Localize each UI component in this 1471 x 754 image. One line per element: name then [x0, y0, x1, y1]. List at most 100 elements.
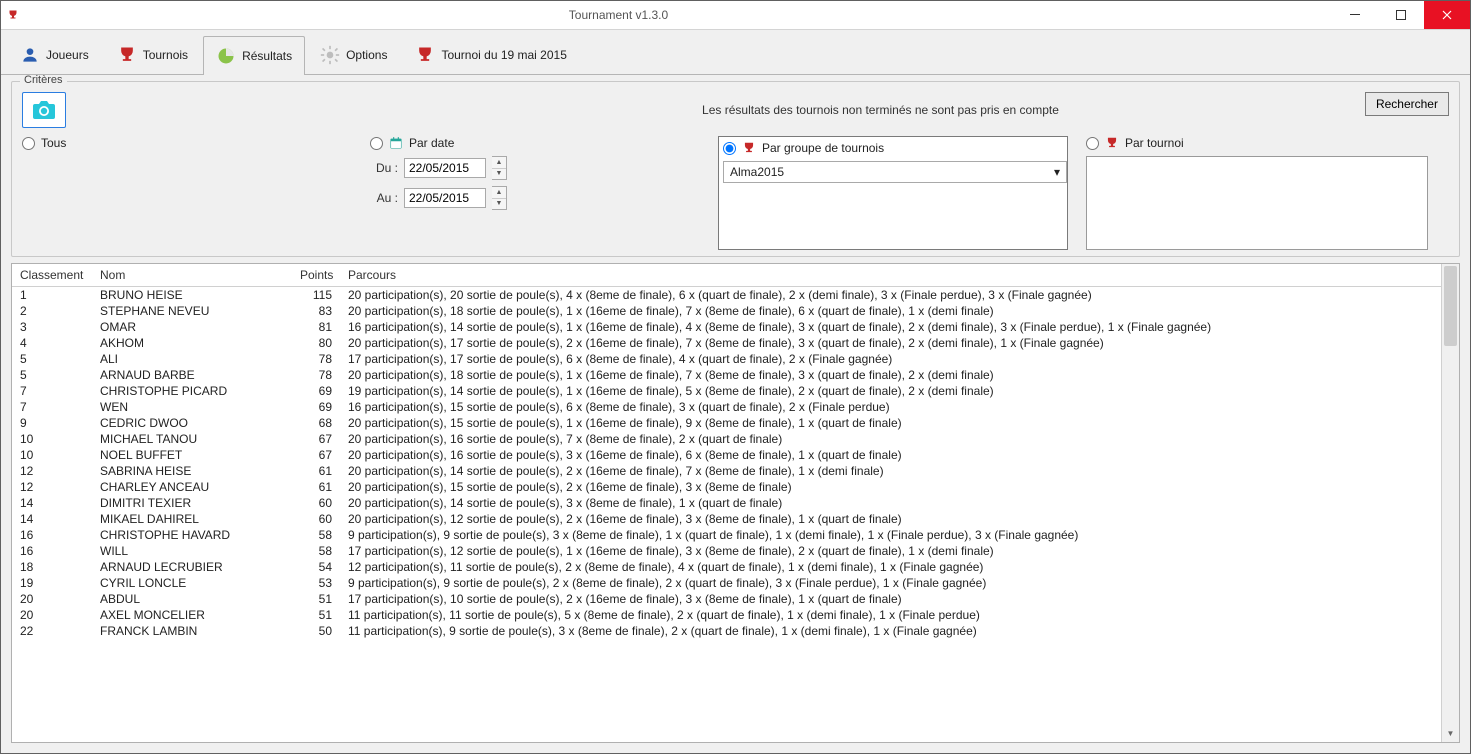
tabbar: Joueurs Tournois Résultats Options Tourn… [1, 30, 1470, 75]
cell-name: MIKAEL DAHIREL [92, 511, 292, 527]
tab-current-tournament[interactable]: Tournoi du 19 mai 2015 [402, 35, 579, 74]
titlebar: Tournament v1.3.0 [1, 1, 1470, 30]
cell-points: 61 [292, 479, 340, 495]
tournament-listbox[interactable] [1086, 156, 1428, 250]
date-from-input[interactable] [404, 158, 486, 178]
cell-points: 69 [292, 383, 340, 399]
table-row[interactable]: 22FRANCK LAMBIN5011 participation(s), 9 … [12, 623, 1441, 639]
cell-rank: 22 [12, 623, 92, 639]
cell-name: AXEL MONCELIER [92, 607, 292, 623]
table-row[interactable]: 14MIKAEL DAHIREL6020 participation(s), 1… [12, 511, 1441, 527]
cell-points: 54 [292, 559, 340, 575]
cell-path: 20 participation(s), 12 sortie de poule(… [340, 511, 1441, 527]
table-row[interactable]: 1BRUNO HEISE11520 participation(s), 20 s… [12, 287, 1441, 304]
table-row[interactable]: 16CHRISTOPHE HAVARD589 participation(s),… [12, 527, 1441, 543]
cell-points: 78 [292, 367, 340, 383]
scroll-thumb[interactable] [1444, 266, 1457, 346]
cell-rank: 7 [12, 399, 92, 415]
date-from-label: Du : [370, 161, 398, 175]
table-row[interactable]: 4AKHOM8020 participation(s), 17 sortie d… [12, 335, 1441, 351]
table-row[interactable]: 12CHARLEY ANCEAU6120 participation(s), 1… [12, 479, 1441, 495]
cell-rank: 18 [12, 559, 92, 575]
cell-points: 60 [292, 495, 340, 511]
col-rank[interactable]: Classement [12, 264, 92, 287]
cell-name: AKHOM [92, 335, 292, 351]
trophy-icon [1105, 136, 1119, 150]
tab-players[interactable]: Joueurs [7, 35, 102, 74]
date-to-input[interactable] [404, 188, 486, 208]
calendar-icon [389, 136, 403, 150]
app-icon [7, 9, 19, 21]
table-row[interactable]: 7WEN6916 participation(s), 15 sortie de … [12, 399, 1441, 415]
cell-name: CHRISTOPHE PICARD [92, 383, 292, 399]
radio-by-date[interactable]: Par date [370, 136, 700, 150]
cell-points: 69 [292, 399, 340, 415]
cell-path: 19 participation(s), 14 sortie de poule(… [340, 383, 1441, 399]
table-row[interactable]: 5ALI7817 participation(s), 17 sortie de … [12, 351, 1441, 367]
tab-results[interactable]: Résultats [203, 36, 305, 75]
table-row[interactable]: 14DIMITRI TEXIER6020 participation(s), 1… [12, 495, 1441, 511]
cell-rank: 12 [12, 479, 92, 495]
table-row[interactable]: 9CEDRIC DWOO6820 participation(s), 15 so… [12, 415, 1441, 431]
col-path[interactable]: Parcours [340, 264, 1441, 287]
cell-rank: 16 [12, 527, 92, 543]
table-row[interactable]: 19CYRIL LONCLE539 participation(s), 9 so… [12, 575, 1441, 591]
chart-icon [216, 46, 236, 66]
tab-results-label: Résultats [242, 49, 292, 63]
radio-by-group[interactable]: Par groupe de tournois [723, 141, 1063, 155]
table-row[interactable]: 2STEPHANE NEVEU8320 participation(s), 18… [12, 303, 1441, 319]
table-row[interactable]: 10MICHAEL TANOU6720 participation(s), 16… [12, 431, 1441, 447]
gear-icon [320, 45, 340, 65]
cell-name: WILL [92, 543, 292, 559]
window-maximize[interactable] [1378, 1, 1424, 29]
radio-by-tournament[interactable]: Par tournoi [1086, 136, 1446, 150]
cell-points: 51 [292, 591, 340, 607]
cell-rank: 16 [12, 543, 92, 559]
tab-tournaments[interactable]: Tournois [104, 35, 201, 74]
cell-points: 83 [292, 303, 340, 319]
table-row[interactable]: 20AXEL MONCELIER5111 participation(s), 1… [12, 607, 1441, 623]
cell-rank: 10 [12, 447, 92, 463]
col-points[interactable]: Points [292, 264, 340, 287]
scroll-down-arrow[interactable]: ▼ [1442, 725, 1459, 742]
table-row[interactable]: 20ABDUL5117 participation(s), 10 sortie … [12, 591, 1441, 607]
camera-icon [32, 100, 56, 120]
results-table: Classement Nom Points Parcours 1BRUNO HE… [11, 263, 1460, 743]
table-row[interactable]: 5ARNAUD BARBE7820 participation(s), 18 s… [12, 367, 1441, 383]
vertical-scrollbar[interactable]: ▲ ▼ [1441, 264, 1459, 742]
cell-points: 58 [292, 527, 340, 543]
table-row[interactable]: 12SABRINA HEISE6120 participation(s), 14… [12, 463, 1441, 479]
cell-points: 78 [292, 351, 340, 367]
cell-path: 20 participation(s), 14 sortie de poule(… [340, 495, 1441, 511]
screenshot-button[interactable] [22, 92, 66, 128]
radio-all[interactable]: Tous [22, 136, 352, 150]
group-combo[interactable]: Alma2015 ▾ [723, 161, 1067, 183]
table-row[interactable]: 18ARNAUD LECRUBIER5412 participation(s),… [12, 559, 1441, 575]
date-to-spinner[interactable]: ▲▼ [492, 186, 507, 210]
cell-name: NOEL BUFFET [92, 447, 292, 463]
info-text: Les résultats des tournois non terminés … [702, 103, 1059, 117]
window-close[interactable] [1424, 1, 1470, 29]
cell-path: 17 participation(s), 17 sortie de poule(… [340, 351, 1441, 367]
cell-rank: 12 [12, 463, 92, 479]
cell-rank: 9 [12, 415, 92, 431]
col-name[interactable]: Nom [92, 264, 292, 287]
date-from-spinner[interactable]: ▲▼ [492, 156, 507, 180]
cell-points: 53 [292, 575, 340, 591]
cell-path: 20 participation(s), 15 sortie de poule(… [340, 479, 1441, 495]
table-row[interactable]: 16WILL5817 participation(s), 12 sortie d… [12, 543, 1441, 559]
cell-name: CEDRIC DWOO [92, 415, 292, 431]
group-combo-value: Alma2015 [730, 165, 784, 179]
table-row[interactable]: 3OMAR8116 participation(s), 14 sortie de… [12, 319, 1441, 335]
date-to-label: Au : [370, 191, 398, 205]
table-row[interactable]: 10NOEL BUFFET6720 participation(s), 16 s… [12, 447, 1441, 463]
cell-name: ARNAUD LECRUBIER [92, 559, 292, 575]
trophy-icon [742, 141, 756, 155]
search-button[interactable]: Rechercher [1365, 92, 1449, 116]
window-minimize[interactable] [1332, 1, 1378, 29]
cell-rank: 5 [12, 351, 92, 367]
tab-options[interactable]: Options [307, 35, 400, 74]
tab-current-label: Tournoi du 19 mai 2015 [441, 48, 566, 62]
radio-by-tournament-label: Par tournoi [1125, 136, 1184, 150]
table-row[interactable]: 7CHRISTOPHE PICARD6919 participation(s),… [12, 383, 1441, 399]
